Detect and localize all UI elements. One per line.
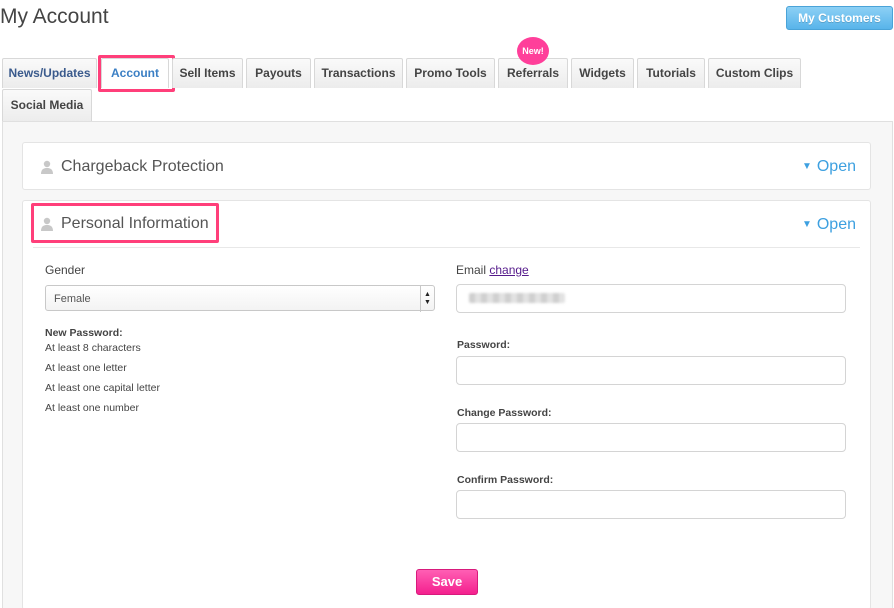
chargeback-title: Chargeback Protection <box>61 158 224 175</box>
password-field[interactable] <box>456 356 846 385</box>
caret-down-icon: ▼ <box>801 161 812 172</box>
my-customers-button[interactable]: My Customers <box>786 6 893 30</box>
change-password-label: Change Password: <box>457 407 552 419</box>
requirement-item: At least one letter <box>45 362 127 374</box>
section-divider <box>33 247 860 248</box>
password-label: Password: <box>457 339 511 351</box>
tab-account-highlight <box>98 55 175 92</box>
personal-title-highlight <box>31 203 219 243</box>
chargeback-open-link[interactable]: ▼ Open <box>802 158 856 176</box>
save-button[interactable]: Save <box>416 569 478 595</box>
new-password-label: New Password: <box>45 327 123 339</box>
tab-tutorials[interactable]: Tutorials <box>637 58 705 88</box>
requirement-item: At least one number <box>45 402 139 414</box>
person-icon <box>41 160 53 174</box>
change-password-field[interactable] <box>456 423 846 452</box>
requirement-item: At least 8 characters <box>45 342 141 354</box>
confirm-password-field[interactable] <box>456 490 846 519</box>
email-label: Email <box>456 263 487 277</box>
tab-promo-tools[interactable]: Promo Tools <box>406 58 495 88</box>
personal-section: Personal Information ▼ Open <box>22 200 871 608</box>
email-label-row: Email change <box>456 263 529 277</box>
personal-open-label: Open <box>816 216 856 233</box>
confirm-password-label: Confirm Password: <box>457 474 554 486</box>
page-title: My Account <box>0 5 109 28</box>
chargeback-open-label: Open <box>816 158 856 175</box>
tab-transactions[interactable]: Transactions <box>314 58 403 88</box>
gender-value: Female <box>54 293 91 305</box>
tab-custom-clips[interactable]: Custom Clips <box>708 58 801 88</box>
select-arrow-icon: ▲ ▼ <box>420 286 434 312</box>
caret-down-icon: ▼ <box>801 219 812 230</box>
email-change-link[interactable]: change <box>489 263 528 277</box>
email-field[interactable] <box>456 284 846 313</box>
tab-sell-items[interactable]: Sell Items <box>172 58 243 88</box>
tab-social-media[interactable]: Social Media <box>2 89 92 122</box>
tab-widgets[interactable]: Widgets <box>571 58 634 88</box>
tab-news-updates[interactable]: News/Updates <box>2 58 97 88</box>
gender-select[interactable]: Female ▲ ▼ <box>45 285 435 312</box>
personal-open-link[interactable]: ▼ Open <box>802 216 856 234</box>
chargeback-section: Chargeback Protection ▼ Open <box>22 142 871 190</box>
email-value-blurred <box>469 293 565 303</box>
requirement-item: At least one capital letter <box>45 382 160 394</box>
new-badge: New! <box>517 37 549 65</box>
tab-payouts[interactable]: Payouts <box>246 58 311 88</box>
gender-label: Gender <box>45 263 86 277</box>
